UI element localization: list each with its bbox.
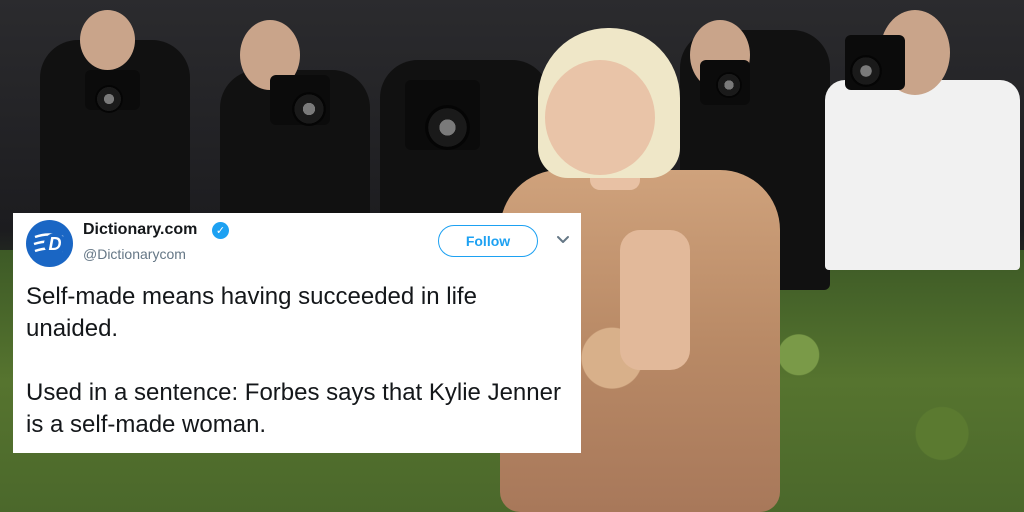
tweet-paragraph: Self-made means having succeeded in life… (26, 283, 477, 342)
photographer-face (80, 10, 135, 70)
face (545, 60, 655, 175)
verified-badge-icon: ✓ (212, 222, 229, 239)
bare-back (620, 230, 690, 370)
chevron-down-icon[interactable] (556, 232, 570, 246)
follow-button[interactable]: Follow (438, 225, 538, 257)
tweet-text: Self-made means having succeeded in life… (26, 281, 566, 441)
camera-lens (425, 105, 470, 150)
camera-lens (95, 85, 123, 113)
display-name[interactable]: Dictionary.com (83, 221, 197, 239)
camera-lens (850, 55, 882, 87)
tweet-paragraph: Used in a sentence: Forbes says that Kyl… (26, 379, 561, 438)
user-handle[interactable]: @Dictionarycom (83, 246, 186, 262)
camera-lens (292, 92, 326, 126)
photographer-shirt (825, 80, 1020, 270)
camera-lens (716, 72, 742, 98)
svg-text:D: D (49, 234, 62, 254)
dictionary-logo-icon[interactable]: D (26, 220, 73, 267)
